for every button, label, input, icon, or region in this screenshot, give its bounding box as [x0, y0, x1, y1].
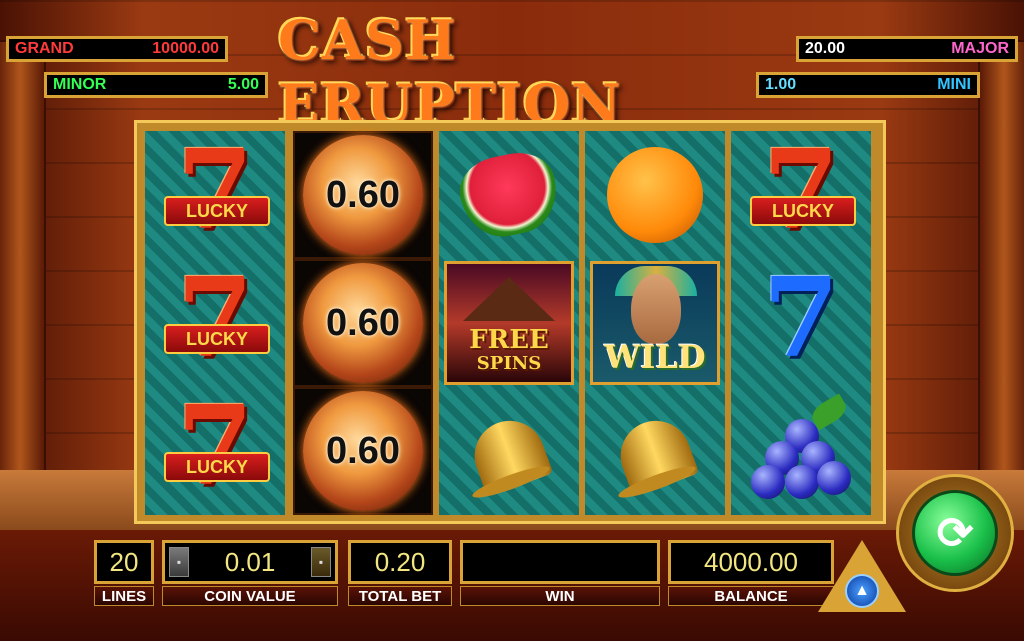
jackpot-minor-label: MINOR [53, 76, 107, 93]
symbol-lucky-seven: 7 LUCKY [731, 130, 871, 259]
symbol-fireball: 0.60 [293, 131, 433, 259]
total-bet-label: TOTAL BET [348, 586, 452, 606]
jackpot-mini-value: 1.00 [765, 76, 797, 93]
symbol-blue-seven: 7 [762, 253, 840, 382]
game-logo: CASH ERUPTION [278, 8, 621, 136]
symbol-lucky-seven: 7 LUCKY [145, 386, 285, 515]
jackpot-mini: 1.00 MINI [756, 72, 980, 98]
symbol-fireball: 0.60 [293, 387, 433, 515]
reel-frame: 7 LUCKY 7 LUCKY 7 LUCKY 0.60 0.60 0.60 F… [134, 120, 886, 524]
symbol-fireball: 0.60 [293, 259, 433, 387]
coin-value: 0.01 [224, 546, 276, 577]
lucky-ribbon: LUCKY [164, 452, 270, 482]
fireball-value: 0.60 [326, 173, 400, 216]
coin-increase-icon[interactable]: ▪ [311, 547, 331, 577]
jackpot-grand-value: 10000.00 [152, 40, 219, 57]
wild-label: WILD [604, 338, 706, 376]
coin-value-display: ▪ 0.01 ▪ [162, 540, 338, 584]
symbol-wild: WILD [585, 259, 725, 387]
bell-icon [464, 401, 554, 503]
volcano-icon [463, 277, 555, 321]
win-display [460, 540, 660, 584]
lucky-ribbon: LUCKY [164, 324, 270, 354]
reel-1: 7 LUCKY 7 LUCKY 7 LUCKY [145, 130, 285, 515]
fireball-value: 0.60 [326, 429, 400, 472]
jackpot-grand-label: GRAND [15, 40, 74, 57]
grapes-icon [751, 393, 851, 501]
pyramid-eye-icon[interactable]: ▲ [834, 556, 890, 608]
right-pillar [978, 40, 1024, 484]
jackpot-major-value: 20.00 [805, 40, 846, 57]
left-pillar [0, 40, 46, 484]
lines-label: LINES [94, 586, 154, 606]
free-spins-subtitle: SPINS [476, 353, 542, 374]
jackpot-mini-label: MINI [937, 76, 971, 93]
spin-button[interactable]: ⟳ [896, 474, 1014, 592]
total-bet-display[interactable]: 0.20 [348, 540, 452, 584]
symbol-bell [585, 387, 725, 515]
balance-display: 4000.00 [668, 540, 834, 584]
lines-display[interactable]: 20 [94, 540, 154, 584]
jackpot-grand: GRAND 10000.00 [6, 36, 228, 62]
symbol-bell [439, 387, 579, 515]
reel-5: 7 LUCKY 7 [731, 130, 871, 515]
win-label: WIN [460, 586, 660, 606]
balance-label: BALANCE [668, 586, 834, 606]
symbol-lucky-seven: 7 LUCKY [145, 258, 285, 387]
jackpot-major-label: MAJOR [951, 40, 1009, 57]
reel-3: FREE SPINS [439, 131, 579, 515]
lucky-ribbon: LUCKY [164, 196, 270, 226]
jackpot-minor: MINOR 5.00 [44, 72, 268, 98]
fireball-value: 0.60 [326, 301, 400, 344]
symbol-watermelon [439, 131, 579, 259]
lucky-ribbon: LUCKY [750, 196, 856, 226]
symbol-grapes [731, 387, 871, 515]
refresh-icon[interactable]: ⟳ [912, 490, 998, 576]
reel-2: 0.60 0.60 0.60 [293, 131, 433, 515]
bell-icon [610, 401, 700, 503]
coin-value-label: COIN VALUE [162, 586, 338, 606]
free-spins-title: FREE [469, 325, 549, 355]
symbol-orange [585, 131, 725, 259]
aztec-queen-icon [631, 274, 681, 344]
symbol-lucky-seven: 7 LUCKY [145, 130, 285, 259]
reel-4: WILD [585, 131, 725, 515]
jackpot-minor-value: 5.00 [227, 76, 259, 93]
symbol-free-spins: FREE SPINS [439, 259, 579, 387]
coin-decrease-icon[interactable]: ▪ [169, 547, 189, 577]
jackpot-major: 20.00 MAJOR [796, 36, 1018, 62]
